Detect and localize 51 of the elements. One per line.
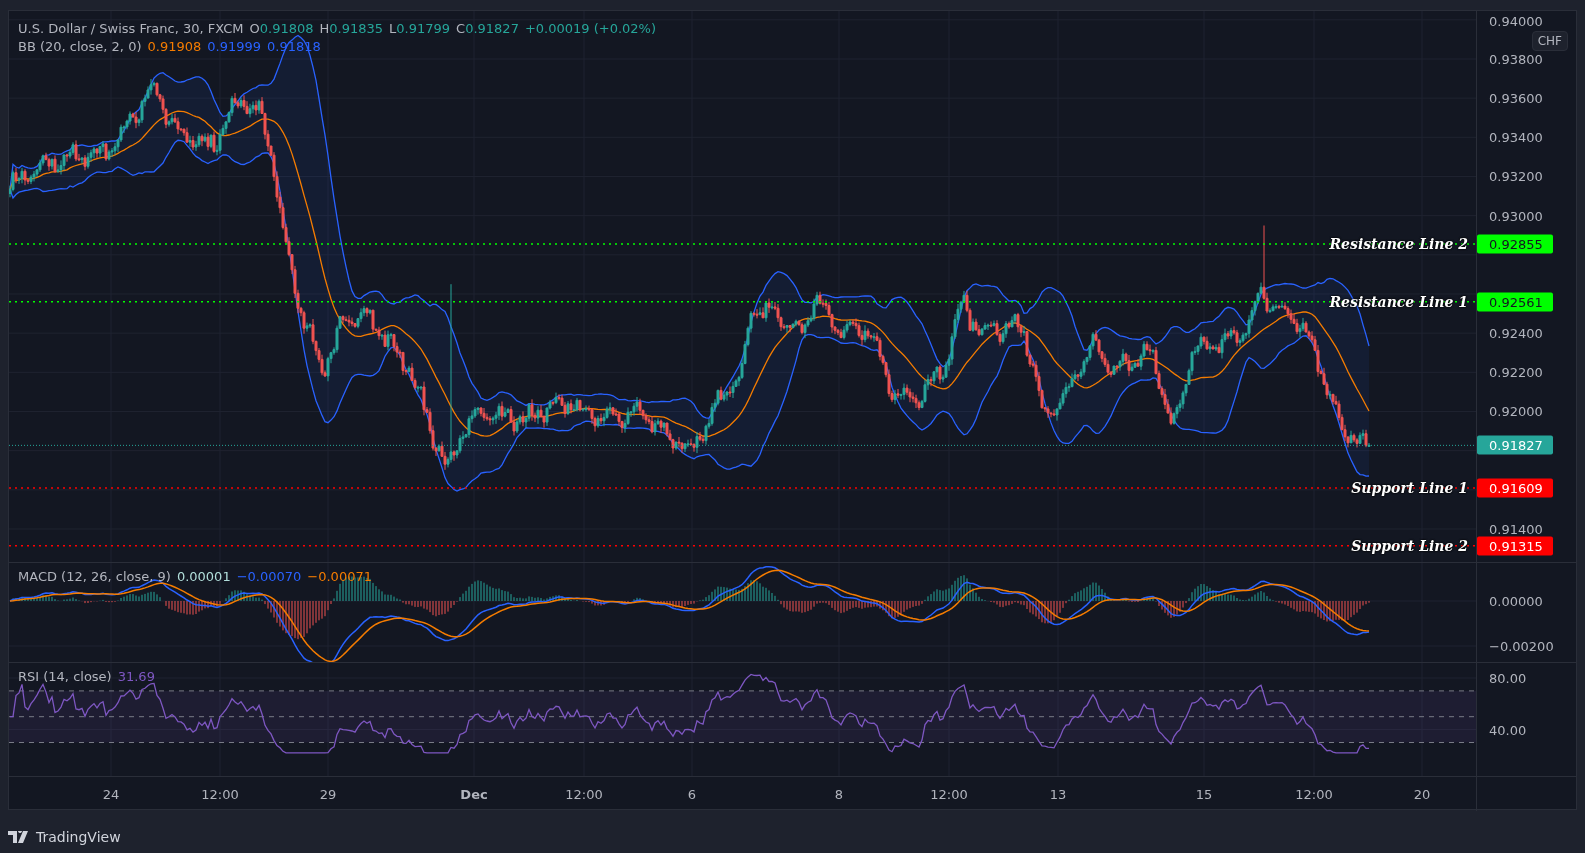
indicator-value: 0.00001	[176, 569, 231, 584]
time-tick: Dec	[460, 786, 488, 802]
ohlc-value: O0.91808	[249, 21, 314, 36]
level-label: Resistance Line 2	[1329, 236, 1468, 253]
time-tick: 15	[1195, 786, 1213, 802]
time-tick: 24	[102, 786, 120, 802]
time-tick: 6	[687, 786, 697, 802]
change-value: +0.00019 (+0.02%)	[524, 21, 657, 36]
price-tick: 0.93800	[1489, 51, 1543, 67]
price-tick: 0.93000	[1489, 208, 1543, 224]
time-tick: 13	[1049, 786, 1067, 802]
level-label: Support Line 1	[1351, 480, 1468, 497]
level-badge: 0.92855	[1477, 234, 1553, 254]
time-tick: 29	[319, 786, 337, 802]
price-tick: 0.92200	[1489, 364, 1543, 380]
time-tick: 12:00	[565, 786, 603, 802]
macd-tick: −0.00200	[1489, 638, 1554, 654]
price-tick: 0.94000	[1489, 13, 1543, 29]
indicator-value: 31.69	[117, 669, 155, 684]
indicator-name: BB (20, close, 2, 0)	[18, 39, 142, 54]
rsi-tick: 40.00	[1489, 722, 1527, 738]
currency-label: CHF	[1531, 31, 1568, 51]
indicator-value: 0.91908	[147, 39, 202, 54]
macd-tick: 0.00000	[1489, 593, 1543, 609]
time-tick: 8	[834, 786, 844, 802]
level-badge: 0.92561	[1477, 292, 1553, 312]
price-tick: 0.92000	[1489, 404, 1543, 419]
indicator-name: MACD (12, 26, close, 9)	[18, 569, 171, 584]
price-badge: 0.91827	[1477, 435, 1553, 455]
ohlc-value: L0.91799	[389, 21, 451, 36]
level-badge: 0.91609	[1477, 478, 1553, 498]
indicator-value: 0.91999	[207, 39, 261, 54]
price-tick: 0.93400	[1489, 129, 1543, 145]
time-tick: 12:00	[201, 786, 239, 802]
time-tick: 12:00	[1295, 786, 1333, 802]
price-tick: 0.92400	[1489, 325, 1543, 341]
level-badge: 0.91315	[1477, 536, 1553, 556]
time-tick: 12:00	[930, 786, 968, 802]
symbol-title: U.S. Dollar / Swiss Franc, 30, FXCM	[18, 21, 244, 36]
price-tick: 0.93200	[1489, 169, 1543, 184]
rsi-tick: 80.00	[1489, 670, 1527, 686]
ohlc-value: H0.91835	[319, 21, 384, 36]
time-tick: 20	[1413, 786, 1431, 802]
indicator-value: −0.00071	[307, 569, 372, 584]
indicator-value: −0.00070	[236, 569, 302, 584]
price-tick: 0.93600	[1489, 90, 1543, 106]
brand-name: TradingView	[36, 828, 121, 845]
level-label: Support Line 2	[1351, 537, 1468, 554]
ohlc-value: C0.91827	[456, 21, 519, 36]
price-tick: 0.91400	[1489, 521, 1543, 537]
indicator-name: RSI (14, close)	[18, 669, 112, 684]
